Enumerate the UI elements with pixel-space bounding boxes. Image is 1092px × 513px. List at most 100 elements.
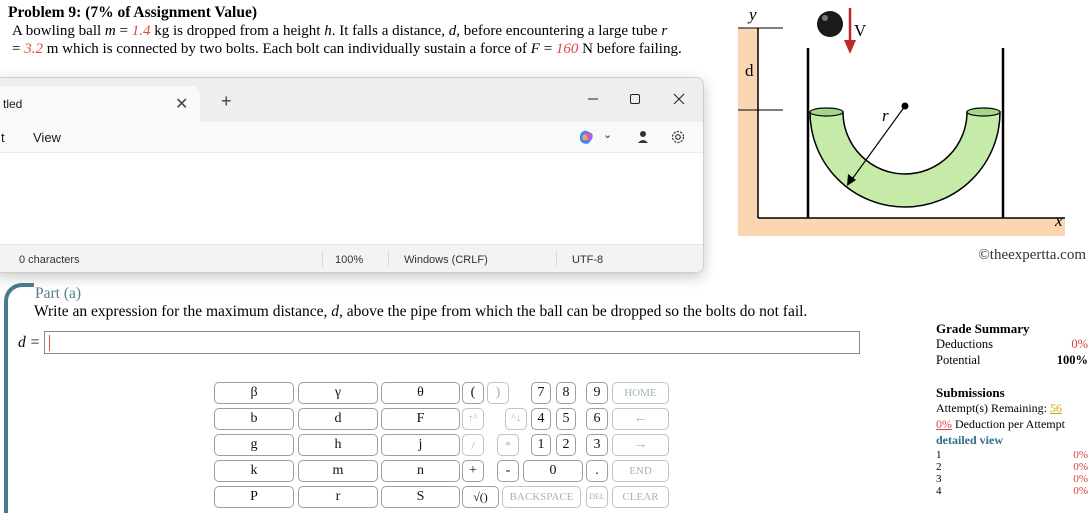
chevron-down-icon[interactable]: ⌄ (603, 128, 612, 141)
key-right-paren[interactable]: ) (487, 382, 509, 404)
key-right-arrow[interactable]: → (612, 434, 669, 456)
key-g[interactable]: g (214, 434, 294, 456)
wall-shading (738, 28, 758, 236)
key-exp-up[interactable]: ↑^ (462, 408, 484, 430)
key-b[interactable]: b (214, 408, 294, 430)
close-window-button[interactable] (659, 86, 699, 114)
key-divide[interactable]: / (462, 434, 484, 456)
key-del[interactable]: DEL (586, 486, 608, 508)
deductions-row: Deductions 0% (936, 337, 1088, 353)
key-exp-down[interactable]: ^↓ (505, 408, 527, 430)
height-symbol: h (324, 23, 332, 39)
key-clear[interactable]: CLEAR (612, 486, 669, 508)
key-k[interactable]: k (214, 460, 294, 482)
key-dot[interactable]: . (586, 460, 608, 482)
key-4[interactable]: 4 (531, 408, 551, 430)
key-sqrt[interactable]: √() (462, 486, 499, 508)
key-j[interactable]: j (381, 434, 460, 456)
minimize-button[interactable] (573, 86, 613, 114)
x-axis-label: x (1054, 211, 1063, 230)
menu-view[interactable]: View (33, 130, 61, 145)
key-F[interactable]: F (381, 408, 460, 430)
maximize-button[interactable] (615, 86, 655, 114)
settings-gear-icon[interactable] (669, 128, 687, 151)
key-6[interactable]: 6 (586, 408, 608, 430)
key-m[interactable]: m (298, 460, 378, 482)
notepad-tab[interactable]: tled ✕ (0, 86, 200, 122)
tube-left-end (809, 107, 844, 117)
answer-input[interactable] (44, 331, 860, 354)
key-r[interactable]: r (298, 486, 378, 508)
status-divider (556, 251, 557, 267)
floor-shading (738, 218, 1065, 236)
copilot-icon[interactable] (577, 128, 595, 151)
key-P[interactable]: P (214, 486, 294, 508)
line-ending[interactable]: Windows (CRLF) (404, 254, 488, 266)
ball-highlight (822, 15, 828, 21)
key-theta[interactable]: θ (381, 382, 460, 404)
notepad-titlebar[interactable]: tled ✕ + (0, 78, 703, 122)
key-3[interactable]: 3 (586, 434, 608, 456)
notepad-window[interactable]: tled ✕ + t View ⌄ 0 characters 100% Wind… (0, 77, 704, 273)
tube-diagram: y d x r V (738, 5, 1065, 236)
key-home[interactable]: HOME (612, 382, 669, 404)
key-2[interactable]: 2 (556, 434, 576, 456)
potential-value: 100% (1056, 353, 1088, 367)
key-beta[interactable]: β (214, 382, 294, 404)
tube (809, 111, 1001, 208)
key-7[interactable]: 7 (531, 382, 551, 404)
key-5[interactable]: 5 (556, 408, 576, 430)
deduction-per-attempt-value: 0% (936, 417, 952, 431)
problem-text-2: kg is dropped from a height (150, 23, 325, 39)
key-multiply[interactable]: * (497, 434, 519, 456)
new-tab-icon[interactable]: + (221, 92, 232, 110)
close-tab-icon[interactable]: ✕ (175, 94, 188, 114)
key-d[interactable]: d (298, 408, 378, 430)
detailed-view-link[interactable]: detailed view (936, 433, 1088, 449)
encoding[interactable]: UTF-8 (572, 254, 603, 266)
bowling-ball (817, 11, 843, 37)
key-9[interactable]: 9 (586, 382, 608, 404)
key-h[interactable]: h (298, 434, 378, 456)
key-minus[interactable]: - (497, 460, 519, 482)
deductions-value: 0% (1071, 337, 1088, 351)
notepad-text-area[interactable] (0, 152, 703, 244)
key-left-paren[interactable]: ( (462, 382, 484, 404)
status-divider (388, 251, 389, 267)
submission-number: 2 (936, 461, 942, 473)
problem-text-4: , before encountering a large tube (456, 23, 662, 39)
submission-row: 4 0% (936, 485, 1088, 497)
key-left-arrow[interactable]: ← (612, 408, 669, 430)
key-0[interactable]: 0 (523, 460, 583, 482)
attempts-label: Attempt(s) Remaining: (936, 401, 1050, 415)
profile-icon[interactable] (635, 128, 651, 151)
question-text-1: Write an expression for the maximum dist… (34, 303, 332, 320)
tube-right-end (966, 107, 1001, 117)
potential-label: Potential (936, 353, 981, 367)
zoom-level[interactable]: 100% (335, 254, 363, 266)
radius-symbol: r (661, 23, 668, 39)
submissions-heading: Submissions (936, 385, 1005, 400)
maximize-icon (630, 94, 640, 104)
key-plus[interactable]: + (462, 460, 484, 482)
problem-text-3: . It falls a distance, (331, 23, 449, 39)
key-end[interactable]: END (612, 460, 669, 482)
key-8[interactable]: 8 (556, 382, 576, 404)
y-axis-label: y (747, 5, 757, 24)
char-count: 0 characters (19, 254, 80, 266)
key-1[interactable]: 1 (531, 434, 551, 456)
attempts-row: Attempt(s) Remaining: 56 (936, 401, 1088, 417)
key-n[interactable]: n (381, 460, 460, 482)
deduction-per-attempt-label: Deduction per Attempt (952, 417, 1065, 431)
menu-edit[interactable]: t (1, 130, 5, 145)
r-label: r (882, 106, 889, 125)
notepad-statusbar: 0 characters 100% Windows (CRLF) UTF-8 (0, 244, 703, 272)
part-a-panel: Part (a) Write an expression for the max… (0, 279, 1092, 513)
key-S[interactable]: S (381, 486, 460, 508)
key-gamma[interactable]: γ (298, 382, 378, 404)
grade-summary: Grade Summary Deductions 0% Potential 10… (936, 321, 1088, 497)
key-backspace[interactable]: BACKSPACE (502, 486, 581, 508)
close-icon (673, 93, 685, 105)
notepad-menubar: t View ⌄ (0, 122, 703, 152)
force-value: 160 (555, 41, 579, 57)
